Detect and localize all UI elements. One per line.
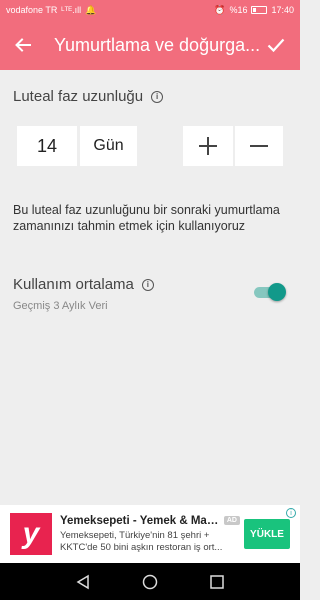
luteal-phase-value[interactable]: 14 xyxy=(17,126,77,166)
plus-icon xyxy=(199,137,217,155)
minus-icon xyxy=(250,145,268,147)
ad-text: Yemeksepeti - Yemek & Mar... AD Yemeksep… xyxy=(60,515,240,554)
back-triangle-icon[interactable] xyxy=(73,572,93,592)
luteal-phase-description: Bu luteal faz uzunluğunu bir sonraki yum… xyxy=(13,203,280,233)
recents-square-icon[interactable] xyxy=(207,572,227,592)
home-circle-icon[interactable] xyxy=(140,572,160,592)
battery-icon xyxy=(251,6,268,14)
toggle-knob xyxy=(268,283,286,301)
carrier-name: vodafone TR xyxy=(6,5,58,15)
use-average-sublabel: Geçmiş 3 Aylık Veri xyxy=(13,300,108,312)
signal-icon: ᴸᵀᴱ.ıll xyxy=(61,4,82,15)
decrement-button[interactable] xyxy=(235,126,283,166)
alarm-icon: ⏰ xyxy=(214,4,226,15)
use-average-label-row: Kullanım ortalama i xyxy=(13,276,154,293)
clock: 17:40 xyxy=(271,5,294,15)
use-average-toggle[interactable] xyxy=(254,282,288,302)
luteal-phase-unit: Gün xyxy=(80,126,137,166)
notification-icon: 🔔 xyxy=(85,4,97,15)
increment-button[interactable] xyxy=(183,126,233,166)
ad-description: Yemeksepeti, Türkiye'nin 81 şehri + KKTC… xyxy=(60,529,223,553)
ad-title: Yemeksepeti - Yemek & Mar... xyxy=(60,514,220,527)
status-bar: vodafone TR ᴸᵀᴱ.ıll 🔔 ⏰ %16 17:40 xyxy=(0,0,300,20)
system-nav-bar xyxy=(0,563,300,600)
ad-badge: AD xyxy=(223,516,240,525)
status-left: vodafone TR ᴸᵀᴱ.ıll 🔔 xyxy=(6,5,96,15)
ad-app-logo: y xyxy=(10,513,52,555)
page-title: Yumurtlama ve doğurga... xyxy=(54,34,261,55)
battery-percent: %16 xyxy=(229,5,248,15)
luteal-phase-label-row: Luteal faz uzunluğu i xyxy=(13,88,164,105)
ad-install-button[interactable]: YÜKLE xyxy=(244,519,290,549)
use-average-label: Kullanım ortalama xyxy=(13,276,134,293)
ad-info-icon[interactable]: i xyxy=(286,508,296,518)
arrow-left-icon[interactable] xyxy=(12,34,34,56)
ad-title-row: Yemeksepeti - Yemek & Mar... AD xyxy=(60,515,240,527)
status-right: ⏰ %16 17:40 xyxy=(214,5,294,15)
app-bar: Yumurtlama ve doğurga... xyxy=(0,20,300,70)
info-icon[interactable]: i xyxy=(151,90,164,103)
luteal-phase-label: Luteal faz uzunluğu xyxy=(13,88,144,105)
ad-banner[interactable]: y Yemeksepeti - Yemek & Mar... AD Yemeks… xyxy=(0,505,300,563)
check-icon[interactable] xyxy=(264,33,288,57)
info-icon[interactable]: i xyxy=(141,278,154,291)
